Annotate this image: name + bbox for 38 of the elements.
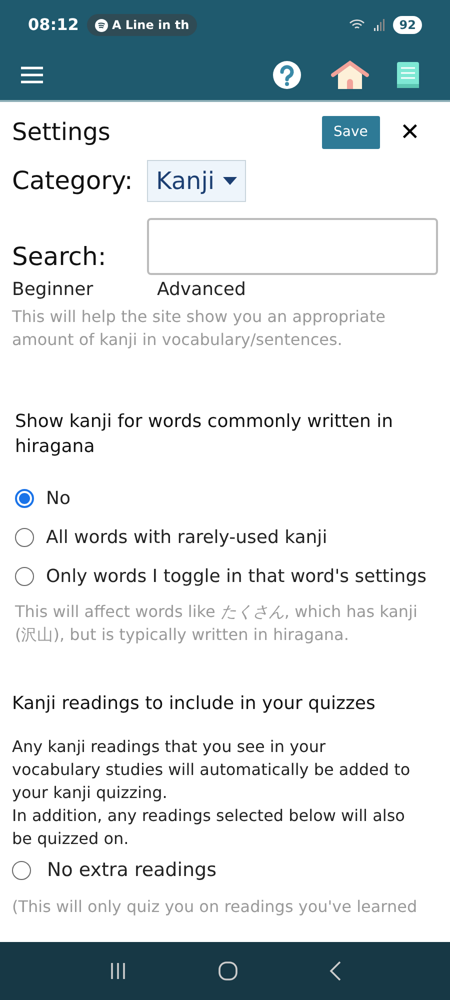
settings-title: Settings (12, 117, 112, 148)
menu-icon[interactable] (20, 66, 44, 84)
option-label: No extra readings (47, 858, 216, 883)
radio-button[interactable] (15, 567, 34, 586)
level-label: Advanced (157, 279, 246, 301)
search-label: Search: (12, 240, 108, 272)
music-icon (94, 18, 108, 32)
radio-button[interactable] (15, 489, 34, 508)
option-label: Only words I toggle in that word's settings (46, 565, 427, 589)
radio-button[interactable] (12, 860, 31, 880)
search-field[interactable] (147, 218, 438, 275)
save-button[interactable]: Save (322, 116, 380, 148)
hiragana-heading: Show kanji for words commonly written in hiragana (14, 410, 394, 459)
wifi-icon (349, 19, 366, 31)
category-label: Category: (12, 165, 134, 198)
readings-heading: Kanji readings to include in your quizzes (12, 692, 376, 716)
readings-note: (This will only quiz you on readings you've learned (12, 896, 418, 918)
media-chip: A Line in th (86, 14, 198, 36)
level-label: Beginner (12, 279, 94, 301)
home-icon[interactable] (331, 60, 369, 90)
readings-intro: Any kanji readings that you see in your vocabulary studies will automatically be added to your kanji quizzing. (12, 736, 412, 804)
back-icon[interactable] (328, 961, 341, 981)
radio-button[interactable] (15, 528, 34, 547)
option-label: All words with rarely-used kanji (46, 526, 328, 550)
option-label: No (46, 487, 70, 511)
readings-intro: In addition, any readings selected below will also be quizzed on. (12, 805, 406, 850)
close-button[interactable]: ✕ (400, 114, 420, 150)
hiragana-note: This will affect words like たくさん, which has kanji (沢山), but is typically written in hiragana. (14, 601, 418, 646)
book-icon[interactable] (396, 61, 420, 89)
recent-apps-icon[interactable] (109, 962, 128, 980)
battery-indicator: 92 (393, 16, 422, 34)
home-button-icon[interactable] (218, 961, 238, 981)
category-dropdown[interactable]: Kanji (147, 160, 246, 202)
level-note: This will help the site show you an appropriate amount of kanji in vocabulary/sentences. (12, 306, 386, 351)
caret-icon (222, 177, 237, 185)
status-time: 08:12 (28, 14, 79, 36)
signal-icon (373, 19, 386, 31)
help-icon[interactable] (272, 60, 302, 90)
